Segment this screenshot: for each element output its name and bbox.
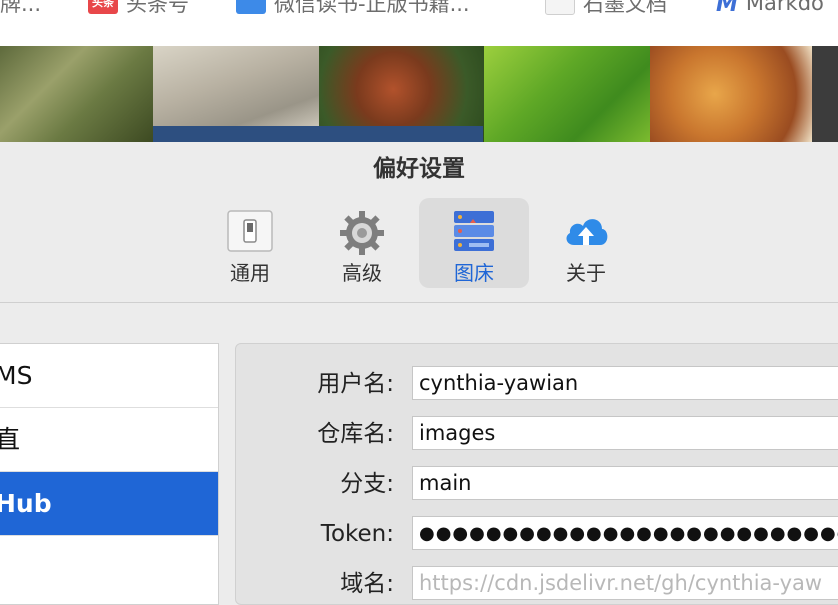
bookmark-label: Markdo [745, 0, 824, 15]
domain-label: 域名: [340, 571, 394, 597]
document-icon [545, 0, 575, 15]
tab-label: 关于 [566, 261, 606, 285]
repo-field[interactable] [412, 416, 838, 450]
gear-icon [337, 205, 387, 255]
branch-field[interactable] [412, 466, 838, 500]
photo-thumbnail [484, 46, 650, 142]
window-title: 偏好设置 [373, 156, 465, 182]
list-item-label: Hub [0, 489, 52, 518]
tab-image-host[interactable]: 图床 [419, 198, 529, 288]
background-photo-strip [0, 46, 838, 142]
token-field[interactable] [412, 516, 838, 550]
repo-row: 仓库名: [236, 414, 838, 454]
domain-row: 域名: [236, 564, 838, 604]
token-row: Token: [236, 514, 838, 554]
list-item[interactable]: 直 [0, 408, 218, 472]
tab-label: 通用 [230, 261, 270, 285]
bookmark-label: 头条号 [126, 0, 189, 16]
cloud-upload-icon [561, 205, 611, 255]
bookmarks-bar: 牌... 头条 头条号 微信读书-正版书籍... 石墨文档 M Markdo [0, 0, 838, 46]
bookmark-toutiao[interactable]: 头条 头条号 [88, 0, 189, 18]
tab-label: 图床 [454, 261, 494, 285]
tab-general[interactable]: 通用 [195, 198, 305, 288]
tab-label: 高级 [342, 261, 382, 285]
list-item[interactable]: MS [0, 344, 218, 408]
photo-thumbnail [153, 126, 483, 142]
username-label: 用户名: [317, 371, 394, 397]
tab-advanced[interactable]: 高级 [307, 198, 417, 288]
domain-field[interactable] [412, 566, 838, 600]
list-item-label: MS [0, 361, 33, 390]
toolbar-divider [0, 302, 838, 303]
bookmark-label: 微信读书-正版书籍... [274, 0, 470, 16]
bookmark-item[interactable]: 牌... [0, 0, 41, 18]
bookmark-weread[interactable]: 微信读书-正版书籍... [236, 0, 470, 18]
branch-row: 分支: [236, 464, 838, 504]
bookmark-label: 牌... [0, 0, 42, 16]
repo-label: 仓库名: [317, 421, 394, 447]
weread-icon [236, 0, 266, 14]
server-icon [449, 205, 499, 255]
tab-about[interactable]: 关于 [531, 198, 641, 288]
list-item[interactable] [0, 536, 218, 599]
config-panel: 用户名: 仓库名: 分支: Token: 域名: [235, 343, 838, 605]
image-host-list: MS 直 Hub [0, 343, 219, 605]
token-label: Token: [320, 521, 394, 547]
photo-thumbnail [0, 46, 153, 142]
username-row: 用户名: [236, 364, 838, 404]
markdown-icon: M [716, 0, 738, 17]
preferences-toolbar: 通用 高级 图床 关于 [0, 198, 838, 288]
list-item-label: 直 [0, 408, 20, 471]
bookmark-label: 石墨文档 [583, 0, 667, 16]
username-field[interactable] [412, 366, 838, 400]
photo-thumbnail [812, 46, 838, 142]
bookmark-shimo[interactable]: 石墨文档 [545, 0, 667, 18]
switch-icon [225, 205, 275, 255]
toutiao-icon: 头条 [88, 0, 118, 14]
photo-thumbnail [650, 46, 812, 142]
bookmark-markdown[interactable]: M Markdo [716, 0, 824, 18]
list-item-selected[interactable]: Hub [0, 472, 218, 536]
branch-label: 分支: [340, 471, 394, 497]
